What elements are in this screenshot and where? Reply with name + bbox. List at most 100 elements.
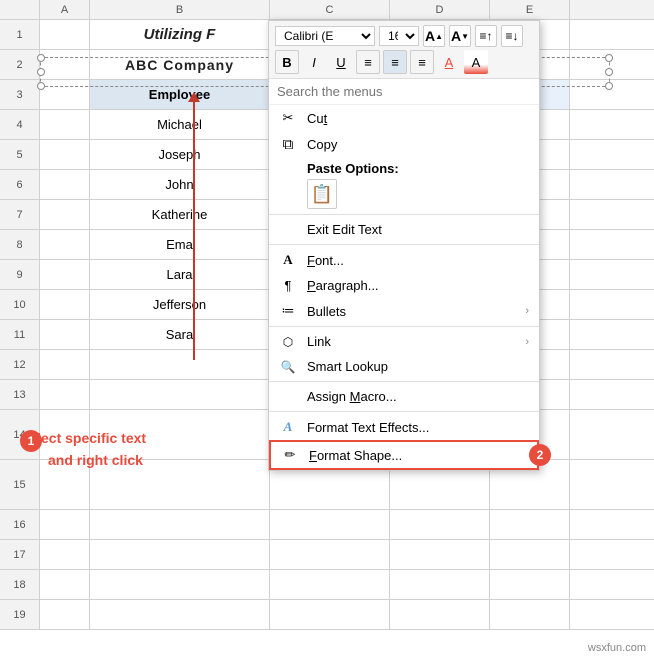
watermark: wsxfun.com [588, 642, 646, 654]
cell-6b: John [90, 170, 270, 199]
align-center-btn[interactable]: ≡ [383, 50, 407, 74]
row-num: 3 [0, 80, 40, 109]
cell-16b [90, 510, 270, 539]
cell-4a [40, 110, 90, 139]
step2-circle: 2 [529, 444, 551, 466]
font-color-btn[interactable]: A [437, 50, 461, 74]
menu-item-copy[interactable]: ⧉ Copy [269, 131, 539, 158]
cell-18c [270, 570, 390, 599]
toolbar-row1: Calibri (E 16 A▲ A▼ ≡↑ ≡↓ [275, 25, 533, 47]
format-shape-label: Format Shape... [309, 448, 527, 463]
cell-17a [40, 540, 90, 569]
table-row: 19 [0, 600, 654, 630]
exit-edit-label: Exit Edit Text [307, 222, 529, 237]
menu-item-cut[interactable]: ✂ Cut [269, 105, 539, 131]
paragraph-label: Paragraph... [307, 278, 529, 293]
menu-item-link[interactable]: ⬡ Link › [269, 329, 539, 354]
format-text-effects-label: Format Text Effects... [307, 420, 529, 435]
menu-divider5 [269, 411, 539, 412]
bold-btn[interactable]: B [275, 50, 299, 74]
row-num: 1 [0, 20, 40, 49]
copy-icon: ⧉ [279, 136, 297, 153]
cell-8a [40, 230, 90, 259]
smart-lookup-label: Smart Lookup [307, 359, 529, 374]
cell-17b [90, 540, 270, 569]
row-num: 18 [0, 570, 40, 599]
outdent-btn[interactable]: ≡↓ [501, 25, 523, 47]
search-box[interactable] [269, 79, 539, 105]
decrease-font-btn[interactable]: A▼ [449, 25, 471, 47]
menu-item-bullets[interactable]: ≔ Bullets › [269, 298, 539, 324]
menu-divider [269, 214, 539, 215]
assign-macro-label: Assign Macro... [307, 389, 529, 404]
paste-btn[interactable]: 📋 [307, 179, 337, 209]
menu-item-format-shape[interactable]: ✏ Format Shape... 2 [269, 440, 539, 470]
toolbar-row2: B I U ≡ ≡ ≡ A A [275, 50, 533, 74]
bullets-label: Bullets [307, 304, 515, 319]
cell-employee-header: Employee [90, 80, 270, 109]
search-input[interactable] [277, 84, 531, 99]
paste-options-section: Paste Options: 📋 [269, 158, 539, 212]
cell-10b: Jefferson [90, 290, 270, 319]
row-num: 7 [0, 200, 40, 229]
cell-12b [90, 350, 270, 379]
cell-1b: Utilizing F [90, 20, 270, 49]
font-size-selector[interactable]: 16 [379, 26, 419, 46]
cell-18b [90, 570, 270, 599]
paste-options-label: Paste Options: [307, 161, 529, 176]
cell-12a [40, 350, 90, 379]
cell-19d [390, 600, 490, 629]
row-num-spacer [0, 0, 40, 19]
cell-16d [390, 510, 490, 539]
row-num: 12 [0, 350, 40, 379]
cell-18a [40, 570, 90, 599]
cell-2a [40, 50, 90, 79]
cut-icon: ✂ [279, 110, 297, 126]
link-label: Link [307, 334, 515, 349]
menu-item-smart-lookup[interactable]: 🔍 Smart Lookup [269, 354, 539, 379]
copy-label: Copy [307, 137, 529, 152]
cell-8b: Ema [90, 230, 270, 259]
cell-19e [490, 600, 570, 629]
bullets-icon: ≔ [279, 303, 297, 319]
step1-text-line2: and right click [48, 452, 146, 468]
menu-item-font[interactable]: A Font... [269, 247, 539, 273]
cell-9b: Lara [90, 260, 270, 289]
menu-item-exit-edit[interactable]: Exit Edit Text [269, 217, 539, 242]
col-header-d: D [390, 0, 490, 19]
row-num: 19 [0, 600, 40, 629]
underline-btn[interactable]: U [329, 50, 353, 74]
table-row: 17 [0, 540, 654, 570]
menu-item-assign-macro[interactable]: Assign Macro... [269, 384, 539, 409]
link-icon: ⬡ [279, 335, 297, 349]
col-header-b: B [90, 0, 270, 19]
cell-9a [40, 260, 90, 289]
format-text-effects-icon: A [279, 419, 297, 435]
menu-item-paragraph[interactable]: ¶ Paragraph... [269, 273, 539, 298]
align-right-btn[interactable]: ≡ [410, 50, 434, 74]
col-header-c: C [270, 0, 390, 19]
cell-19c [270, 600, 390, 629]
font-icon: A [279, 252, 297, 268]
step1-circle: 1 [20, 430, 42, 452]
row-num: 6 [0, 170, 40, 199]
align-left-btn[interactable]: ≡ [356, 50, 380, 74]
cell-5b: Joseph [90, 140, 270, 169]
col-header-row: A B C D E [0, 0, 654, 20]
row-num: 10 [0, 290, 40, 319]
menu-item-format-text-effects[interactable]: A Format Text Effects... [269, 414, 539, 440]
row-num: 16 [0, 510, 40, 539]
col-header-a: A [40, 0, 90, 19]
increase-font-btn[interactable]: A▲ [423, 25, 445, 47]
font-selector[interactable]: Calibri (E [275, 26, 375, 46]
highlight-btn[interactable]: A [464, 50, 488, 74]
context-menu: Calibri (E 16 A▲ A▼ ≡↑ ≡↓ B I U ≡ ≡ ≡ A … [268, 20, 540, 471]
col-header-e: E [490, 0, 570, 19]
cell-11b: Sara [90, 320, 270, 349]
annotation-arrow [193, 100, 195, 360]
indent-btn[interactable]: ≡↑ [475, 25, 497, 47]
cell-3a [40, 80, 90, 109]
menu-divider3 [269, 326, 539, 327]
italic-btn[interactable]: I [302, 50, 326, 74]
smart-lookup-icon: 🔍 [279, 360, 297, 374]
